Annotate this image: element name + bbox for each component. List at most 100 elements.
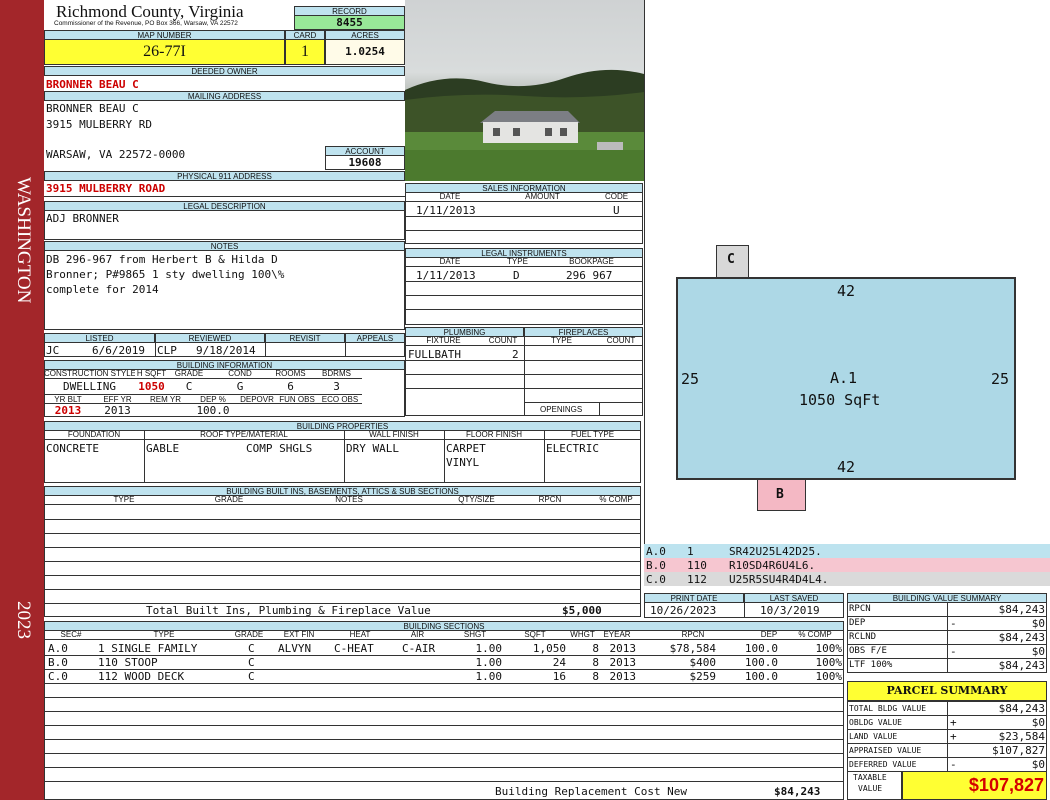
section-cell: C-AIR — [402, 642, 436, 655]
section-header: RPCN — [634, 630, 752, 640]
section-cell: 1.00 — [475, 670, 503, 683]
sketch-b-label: B — [776, 487, 784, 502]
notes-line3: complete for 2014 — [46, 283, 159, 296]
deeded-owner-label: DEEDED OWNER — [44, 66, 405, 76]
floor-finish-2: VINYL — [446, 456, 480, 469]
openings-label: OPENINGS — [540, 405, 583, 414]
section-cell: 2013 — [609, 642, 637, 655]
wall-finish: DRY WALL — [346, 442, 399, 455]
parcel-value: $84,243 — [998, 702, 1045, 715]
county-title: Richmond County, Virginia — [56, 2, 244, 21]
bvs-value: $84,243 — [998, 659, 1045, 672]
parcel-summary-label: PARCEL SUMMARY — [847, 681, 1047, 701]
bi-header: GRADE — [168, 369, 210, 379]
mailing-line3: WARSAW, VA 22572-0000 — [46, 148, 186, 161]
reviewer: CLP — [157, 344, 177, 357]
section-row-line — [44, 781, 844, 782]
section-cell: 8 — [592, 670, 599, 683]
bvs-value: $0 — [1031, 645, 1045, 658]
section-cell: $259 — [689, 670, 717, 683]
section-cell: C.0 — [48, 670, 68, 683]
section-cell: 1 SINGLE FAMILY — [98, 642, 198, 655]
parcel-divider — [947, 729, 948, 744]
replacement-cost-label: Building Replacement Cost New — [495, 785, 688, 798]
physical-address-label: PHYSICAL 911 ADDRESS — [44, 171, 405, 181]
bi2-header: YR BLT — [44, 394, 92, 404]
section-cell: C — [248, 642, 255, 655]
bi2-header: REM YR — [143, 394, 188, 404]
lister: JC — [46, 344, 60, 357]
section-header: EXT FIN — [268, 630, 330, 640]
bvs-label: DEP — [849, 618, 866, 628]
fp-h-type: TYPE — [524, 336, 599, 346]
bi-h-rpcn: RPCN — [509, 495, 591, 505]
bi2-header: DEP % — [188, 394, 238, 404]
sketch-left-dim: 25 — [681, 370, 700, 388]
section-cell: ALVYN — [278, 642, 312, 655]
section-header: AIR — [390, 630, 445, 640]
sketch-legend-row — [644, 544, 1050, 558]
notes-line2: Bronner; P#9865 1 sty dwelling 100\% — [46, 268, 285, 281]
section-cell: 2013 — [609, 670, 637, 683]
parcel-label: LAND VALUE — [849, 732, 898, 741]
section-cell: C — [248, 670, 255, 683]
sketch-top-dim: 42 — [837, 282, 856, 300]
legend-vector: U25R5SU4R4D4L4. — [729, 573, 829, 586]
props-h-fuel: FUEL TYPE — [544, 430, 641, 440]
section-row-line — [44, 753, 844, 754]
bi2-value: 2013 — [104, 404, 131, 417]
map-number: 26-77I — [44, 39, 285, 65]
bi2-header: DEPOVR — [238, 394, 276, 404]
builtins-row-line — [44, 547, 641, 548]
section-header: HEAT — [330, 630, 390, 640]
section-row-line — [44, 711, 844, 712]
legend-vector: SR42U25L42D25. — [729, 545, 822, 558]
legend-code: 112 — [687, 573, 707, 586]
parcel-label: DEFERRED VALUE — [849, 760, 917, 769]
parcel-divider — [947, 743, 948, 758]
section-header: SEC# — [44, 630, 98, 640]
builtins-total: $5,000 — [562, 604, 602, 617]
section-cell: 2013 — [609, 656, 637, 669]
section-cell: 100% — [815, 670, 843, 683]
parcel-label: OBLDG VALUE — [849, 718, 902, 727]
bi-h-comp: % COMP — [591, 495, 641, 505]
props-h-wall: WALL FINISH — [344, 430, 444, 440]
sketch-bottom-dim: 42 — [837, 458, 856, 476]
builtins-row-line — [44, 589, 641, 590]
parcel-divider — [947, 715, 948, 730]
bvs-value: $0 — [1031, 617, 1045, 630]
sketch-right-dim: 25 — [991, 370, 1010, 388]
account-value: 19608 — [325, 155, 405, 170]
bvs-divider — [947, 616, 948, 631]
section-header: SHGT — [445, 630, 505, 640]
bvs-value: $84,243 — [998, 603, 1045, 616]
bi-h-grade: GRADE — [204, 495, 254, 505]
section-header: TYPE — [98, 630, 230, 640]
section-row-line — [44, 697, 844, 698]
bvs-divider — [947, 602, 948, 617]
legend-vector: R10SD4R6U4L6. — [729, 559, 816, 572]
reviewed-date: 9/18/2014 — [196, 344, 256, 357]
bvs-divider — [947, 644, 948, 659]
bi2-header: EFF YR — [92, 394, 143, 404]
bi-value: 1050 — [138, 380, 165, 393]
bi-h-notes: NOTES — [254, 495, 444, 505]
section-cell: 100.0 — [744, 642, 778, 655]
fp-h-count: COUNT — [599, 336, 643, 346]
section-cell: $400 — [689, 656, 717, 669]
parcel-value: $107,827 — [992, 744, 1045, 757]
parcel-label: TOTAL BLDG VALUE — [849, 704, 927, 713]
taxable-label-2: VALUE — [858, 784, 883, 793]
sketch-c-label: C — [727, 252, 735, 267]
section-cell: 8 — [592, 642, 599, 655]
roof-material: COMP SHGLS — [246, 442, 313, 455]
section-header: % COMP — [786, 630, 844, 640]
section-cell: 100% — [815, 656, 843, 669]
acres-value: 1.0254 — [325, 39, 405, 65]
sketch-a-label: A.1 — [830, 369, 858, 387]
section-cell: C — [248, 656, 255, 669]
bi-value: C — [185, 380, 193, 393]
section-header: EYEAR — [600, 630, 634, 640]
print-date: 10/26/2023 — [650, 604, 717, 617]
